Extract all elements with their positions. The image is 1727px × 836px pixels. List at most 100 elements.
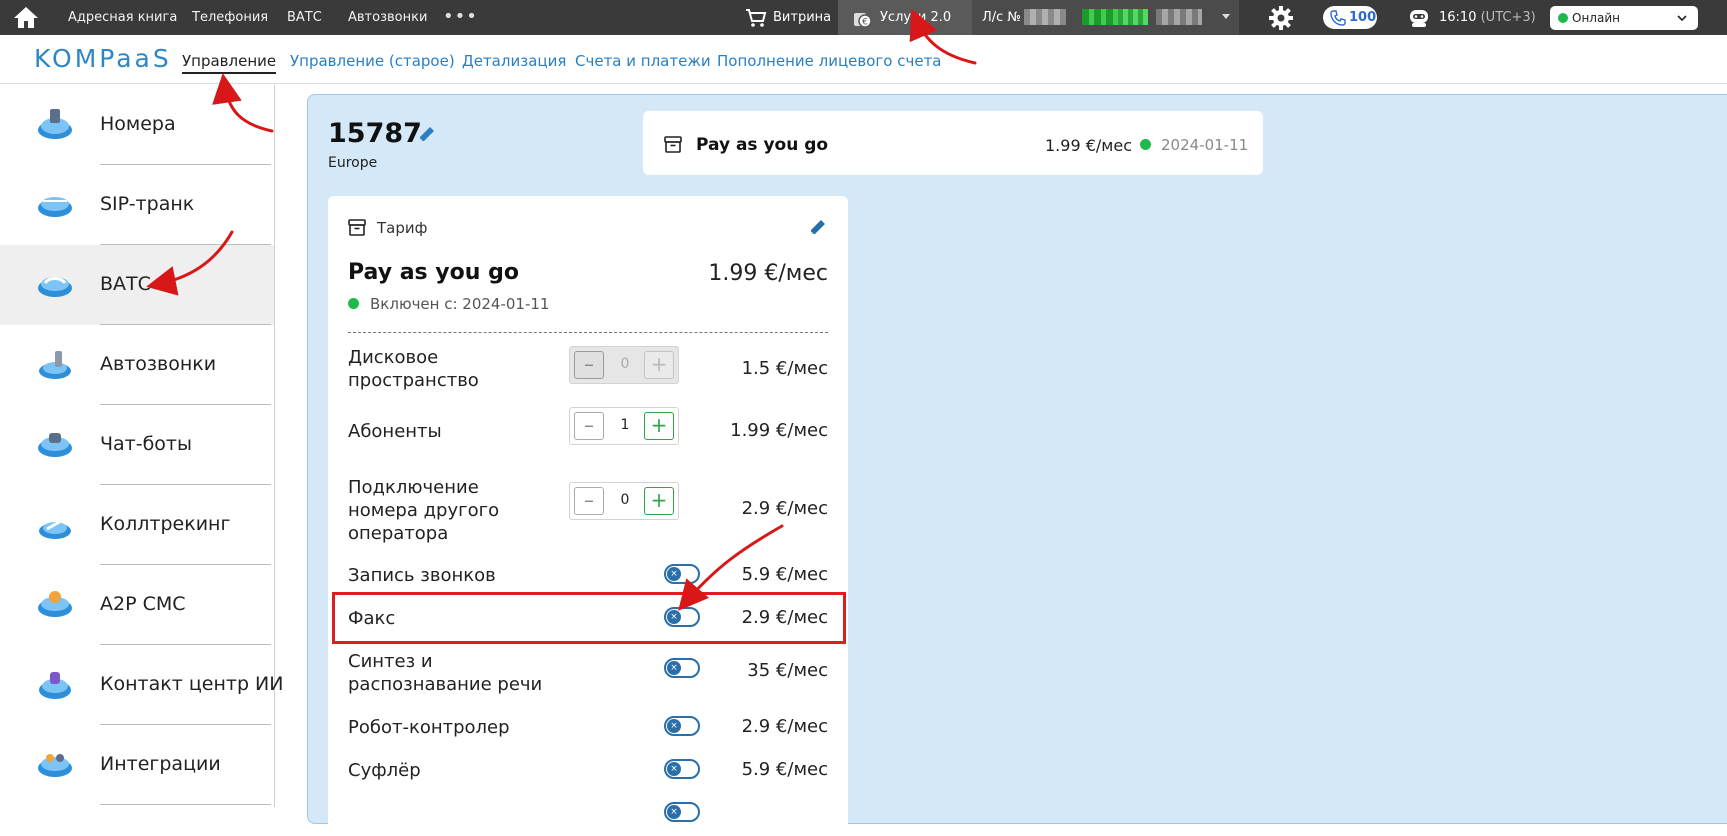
nav-autocalls[interactable]: Автозвонки — [348, 10, 427, 25]
pencil-icon[interactable] — [417, 124, 437, 144]
nav-vats[interactable]: ВАТС — [287, 10, 322, 25]
tab-details[interactable]: Детализация — [462, 52, 566, 70]
close-icon: × — [667, 805, 681, 819]
tariff-card: Тариф Pay as you go 1.99 €/мес Включен с… — [328, 196, 848, 836]
calls-counter[interactable]: 100 — [1323, 6, 1377, 29]
svg-text:€: € — [862, 18, 868, 28]
plan-summary-card[interactable]: Pay as you go 1.99 €/мес 2024-01-11 — [643, 111, 1263, 175]
sidebar-item-label: ВАТС — [100, 273, 151, 295]
home-icon[interactable] — [12, 5, 40, 29]
tariff-plan-price: 1.99 €/мес — [708, 261, 828, 286]
sub-navigation: KOMPaaS Управление Управление (старое) Д… — [0, 35, 1727, 84]
tariff-header: Тариф — [377, 219, 428, 237]
close-icon: × — [667, 661, 681, 675]
quantity-stepper[interactable]: – 0 + — [569, 482, 679, 520]
increment-button: + — [644, 351, 674, 379]
pbx-cloud-icon — [38, 277, 72, 297]
sidebar-item-label: SIP-транк — [100, 193, 195, 215]
services-tab[interactable]: € Услуги 2.0 — [838, 0, 972, 35]
sidebar-item-label: Номера — [100, 113, 176, 135]
option-label: Запись звонков — [348, 565, 496, 586]
tab-management[interactable]: Управление — [182, 52, 277, 74]
robot-icon[interactable] — [1407, 6, 1431, 28]
ai-contact-center-cloud-icon — [39, 672, 71, 699]
account-id: 15787 — [328, 118, 422, 149]
stepper-value[interactable]: 0 — [608, 492, 642, 508]
sidebar-item-integrations[interactable]: Интеграции — [0, 725, 274, 805]
sidebar-item-ai-contact-center[interactable]: Контакт центр ИИ — [0, 645, 283, 725]
tab-top-up[interactable]: Пополнение лицевого счета — [717, 52, 942, 70]
more-menu-icon[interactable]: ••• — [443, 6, 478, 27]
storefront-link[interactable]: Витрина — [773, 10, 831, 25]
status-label: Онлайн — [1572, 11, 1620, 25]
stepper-value: 0 — [620, 356, 630, 372]
sidebar-item-autocalls[interactable]: Автозвонки — [0, 325, 274, 405]
sidebar-item-numbers[interactable]: Номера — [0, 85, 274, 165]
status-select[interactable]: Онлайн — [1550, 6, 1698, 30]
toggle-switch[interactable]: × — [664, 564, 700, 584]
close-icon: × — [667, 567, 681, 581]
sidebar-item-label: Автозвонки — [100, 353, 217, 375]
divider — [348, 332, 828, 333]
quantity-stepper: – 0 + — [569, 346, 679, 384]
sidebar-item-label: Интеграции — [100, 753, 221, 775]
clock: 16:10 (UTC+3) — [1439, 10, 1536, 25]
chevron-down-icon — [1222, 14, 1230, 19]
close-icon: × — [667, 719, 681, 733]
integrations-cloud-icon — [38, 754, 72, 777]
increment-button[interactable]: + — [644, 487, 674, 515]
nav-telephony[interactable]: Телефония — [192, 10, 268, 25]
sidebar-item-a2p-sms[interactable]: A2P СМС — [0, 565, 274, 645]
tab-bills-payments[interactable]: Счета и платежи — [575, 52, 711, 70]
tariff-plan-name: Pay as you go — [348, 260, 519, 285]
sidebar-item-chatbots[interactable]: Чат-боты — [0, 405, 274, 485]
online-status-dot — [1558, 13, 1568, 23]
autocall-cloud-icon — [39, 351, 71, 379]
services-label: Услуги 2.0 — [880, 10, 952, 25]
account-balance-redacted-2 — [1118, 9, 1148, 25]
active-status-dot — [1140, 139, 1151, 150]
increment-button[interactable]: + — [644, 412, 674, 440]
fax-highlight-frame — [332, 592, 846, 644]
option-label: Подключение номера другого оператора — [348, 477, 500, 544]
option-price: 2.9 €/мес — [741, 498, 828, 519]
option-price: 5.9 €/мес — [741, 564, 828, 585]
sidebar-item-calltracking[interactable]: Коллтрекинг — [0, 485, 274, 565]
nav-address-book[interactable]: Адресная книга — [68, 10, 177, 25]
sms-cloud-icon — [38, 591, 72, 617]
quantity-stepper[interactable]: – 1 + — [569, 407, 679, 445]
decrement-button[interactable]: – — [574, 412, 604, 440]
option-price: 35 €/мес — [747, 660, 828, 681]
sidebar-item-vats[interactable]: ВАТС — [0, 245, 274, 325]
option-price: 5.9 €/мес — [741, 759, 828, 780]
tab-management-old[interactable]: Управление (старое) — [290, 52, 455, 70]
plan-date: 2024-01-11 — [1161, 136, 1249, 154]
sidebar: Номера SIP-транк ВАТС Автозвонки Чат-бот… — [0, 85, 283, 807]
kompaas-logo[interactable]: KOMPaaS — [34, 44, 172, 73]
toggle-switch[interactable]: × — [664, 658, 700, 678]
region-label: Europe — [328, 155, 378, 171]
option-price: 1.5 €/мес — [741, 358, 828, 379]
sidebar-item-label: Контакт центр ИИ — [100, 673, 284, 695]
decrement-button[interactable]: – — [574, 487, 604, 515]
stepper-value[interactable]: 1 — [608, 417, 642, 433]
clock-timezone: (UTC+3) — [1480, 10, 1536, 25]
toggle-switch[interactable]: × — [664, 759, 700, 779]
box-icon — [348, 219, 366, 236]
cart-icon[interactable] — [745, 8, 767, 28]
account-selector[interactable]: Л/с № — [972, 0, 1239, 35]
active-status-dot — [348, 298, 359, 309]
toggle-switch[interactable]: × — [664, 802, 700, 822]
option-price: 2.9 €/мес — [741, 716, 828, 737]
option-label: Суфлёр — [348, 760, 421, 781]
gear-icon[interactable] — [1268, 5, 1294, 31]
option-price: 1.99 €/мес — [730, 420, 828, 441]
clock-time: 16:10 — [1439, 10, 1477, 25]
account-name-redacted — [1156, 9, 1202, 25]
top-bar: Адресная книга Телефония ВАТС Автозвонки… — [0, 0, 1727, 35]
box-icon — [664, 136, 682, 153]
pencil-icon[interactable] — [808, 217, 828, 237]
decrement-button: – — [574, 351, 604, 379]
toggle-switch[interactable]: × — [664, 716, 700, 736]
sidebar-item-sip-trunk[interactable]: SIP-транк — [0, 165, 274, 245]
